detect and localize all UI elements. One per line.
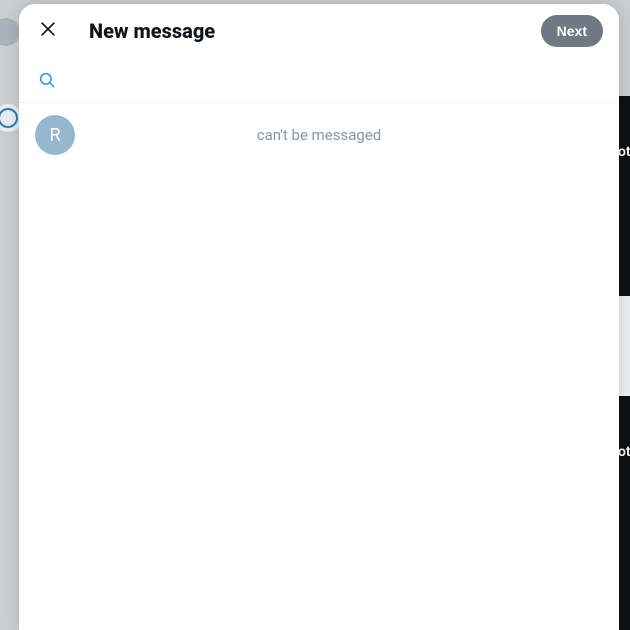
new-message-modal: New message Next R can't be messaged <box>19 4 619 630</box>
background-text: ot <box>618 444 630 460</box>
search-input[interactable] <box>63 65 607 94</box>
search-row <box>19 57 619 103</box>
background-avatar <box>0 18 20 46</box>
search-icon <box>31 71 63 89</box>
close-button[interactable] <box>31 14 65 48</box>
modal-header: New message Next <box>19 4 619 57</box>
modal-title: New message <box>89 19 541 43</box>
result-row[interactable]: R can't be messaged <box>19 103 619 167</box>
result-body: can't be messaged <box>87 126 603 144</box>
close-icon <box>38 19 58 42</box>
next-button[interactable]: Next <box>541 15 603 47</box>
results-list: R can't be messaged <box>19 103 619 630</box>
background-text: ot <box>618 144 630 160</box>
cannot-message-text: can't be messaged <box>61 126 577 144</box>
